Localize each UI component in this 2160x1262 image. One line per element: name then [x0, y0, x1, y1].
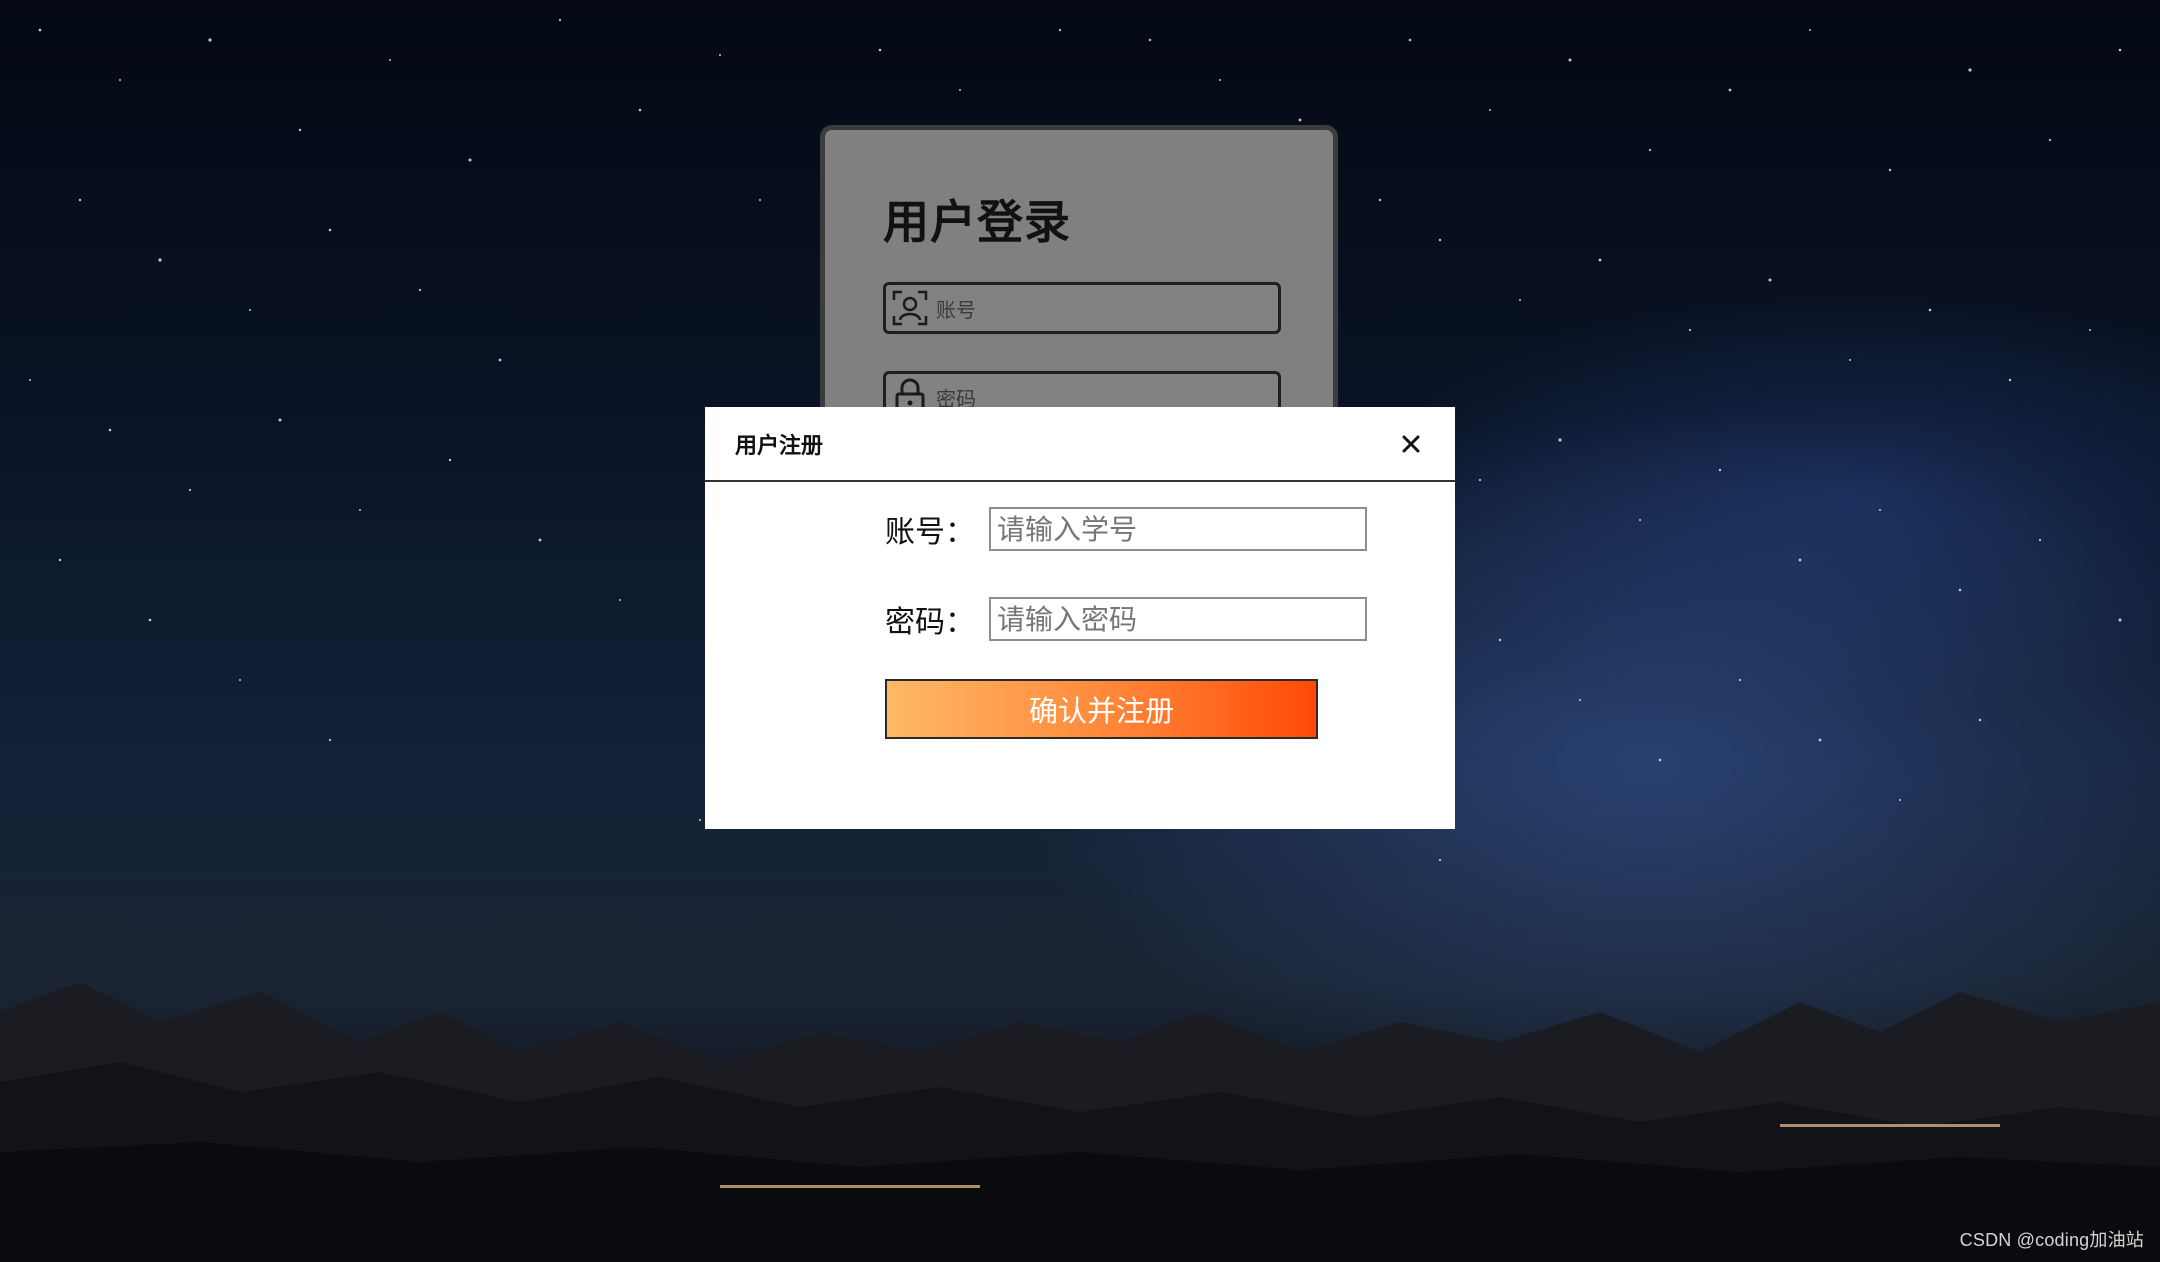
register-modal-title: 用户注册 [735, 433, 824, 459]
register-username-input[interactable] [989, 507, 1367, 551]
background-scene: 用户登录 账号 密码 用户注册 账号： 请输入学号 密码： 确认并注册 CSDN… [0, 0, 2160, 1262]
register-password-input[interactable] [989, 597, 1367, 641]
register-modal-header: 用户注册 [705, 407, 1455, 482]
password-label: 密码： [885, 605, 975, 640]
password-row: 密码： [885, 597, 1367, 641]
close-icon [1402, 435, 1420, 452]
username-row: 账号： [885, 507, 1367, 551]
close-button[interactable] [1395, 428, 1427, 460]
confirm-register-button[interactable]: 确认并注册 [885, 679, 1318, 739]
watermark: CSDN @coding加油站 [1959, 1230, 2144, 1250]
register-modal: 用户注册 账号： 密码： 确认并注册 [705, 407, 1455, 829]
username-label: 账号： [885, 515, 975, 550]
